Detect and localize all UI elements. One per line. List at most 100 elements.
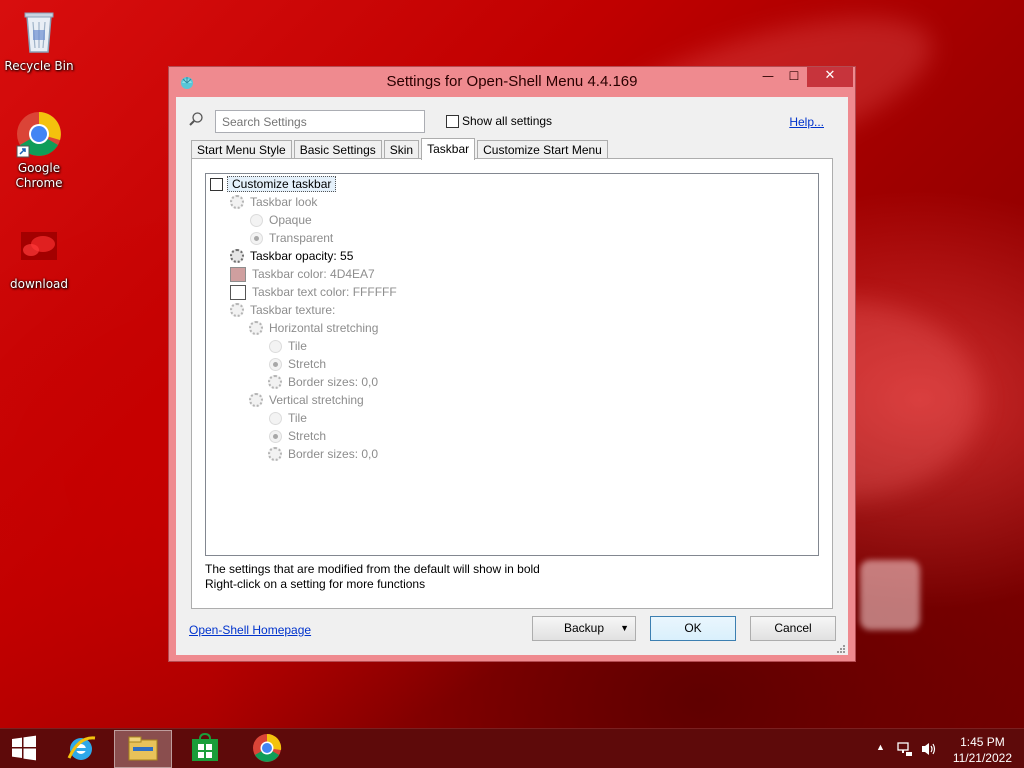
recycle-bin-icon [15,8,63,56]
desktop-icon-recycle-bin[interactable]: Recycle Bin [1,8,77,74]
setting-gear-icon [249,393,263,407]
show-all-checkbox-box[interactable] [446,114,459,128]
background-streak [860,560,920,630]
windows-logo-icon [11,735,37,764]
tab-start-menu-style[interactable]: Start Menu Style [191,140,292,159]
open-shell-homepage-link[interactable]: Open-Shell Homepage [189,623,311,637]
tab-taskbar[interactable]: Taskbar [421,138,476,160]
tree-item-label: Taskbar texture: [250,303,336,317]
minimize-button[interactable]: — [755,67,781,87]
tab-basic-settings[interactable]: Basic Settings [293,140,382,159]
folder-icon [127,734,159,765]
tree-item-h-tile[interactable]: Tile [269,337,307,355]
clock-time: 1:45 PM [960,735,1005,749]
title-bar[interactable]: Settings for Open-Shell Menu 4.4.169 — ☐… [169,67,855,97]
setting-gear-icon [268,375,282,389]
customize-taskbar-checkbox[interactable] [210,177,223,191]
settings-window: Settings for Open-Shell Menu 4.4.169 — ☐… [168,66,856,662]
taskbar: ▲ 1:45 PM 11/21/2022 [0,728,1024,768]
tree-item-customize-taskbar[interactable]: Customize taskbar [210,175,337,193]
show-hidden-icons-arrow[interactable]: ▲ [876,742,885,752]
tree-item-v-tile[interactable]: Tile [269,409,307,427]
tree-item-label: Taskbar text color: FFFFFF [252,285,397,299]
desktop-icon-google-chrome[interactable]: Google Chrome [1,110,77,191]
maximize-button[interactable]: ☐ [781,67,807,87]
store-icon [190,732,220,766]
tree-item-taskbar-opacity[interactable]: Taskbar opacity: 55 [230,247,353,265]
tree-item-label: Opaque [269,213,312,227]
taskbar-tab-panel: Customize taskbar Taskbar look Opaque Tr… [191,158,833,609]
tree-item-taskbar-color[interactable]: Taskbar color: 4D4EA7 [230,265,375,283]
taskbar-store[interactable] [176,730,234,768]
h-tile-radio[interactable] [269,339,282,353]
cancel-button[interactable]: Cancel [750,616,836,641]
tab-customize-start-menu[interactable]: Customize Start Menu [477,140,608,159]
tree-item-label: Taskbar color: 4D4EA7 [252,267,375,281]
tree-item-vertical-stretching[interactable]: Vertical stretching [249,391,364,409]
internet-explorer-icon [65,732,97,767]
setting-gear-icon [230,303,244,317]
tree-item-taskbar-texture[interactable]: Taskbar texture: [230,301,335,319]
window-title: Settings for Open-Shell Menu 4.4.169 [386,73,638,90]
tree-item-label: Tile [288,411,307,425]
desktop-icon-download[interactable]: download [1,226,77,292]
setting-gear-icon [230,195,244,209]
chrome-icon [15,110,63,158]
image-file-icon [15,226,63,274]
tree-item-label: Taskbar look [250,195,318,209]
transparent-radio[interactable] [250,231,263,245]
tree-item-taskbar-text-color[interactable]: Taskbar text color: FFFFFF [230,283,397,301]
tree-item-v-stretch[interactable]: Stretch [269,427,326,445]
taskbar-internet-explorer[interactable] [52,730,110,768]
desktop-icon-label: Google Chrome [15,161,63,190]
v-stretch-radio[interactable] [269,429,282,443]
clock-date: 11/21/2022 [952,751,1012,765]
customize-taskbar-label: Customize taskbar [227,176,337,192]
backup-button-label: Backup [563,621,605,635]
right-click-note: Right-click on a setting for more functi… [205,577,426,591]
close-button[interactable]: ✕ [807,67,853,87]
show-all-settings-checkbox[interactable]: Show all settings [446,114,552,128]
desktop-icon-label: Recycle Bin [4,59,74,73]
taskbar-file-explorer[interactable] [114,730,172,768]
setting-gear-icon [249,321,263,335]
tree-item-label: Border sizes: 0,0 [288,447,379,461]
ok-button[interactable]: OK [650,616,736,641]
tab-skin[interactable]: Skin [383,140,420,159]
tree-item-v-border-sizes[interactable]: Border sizes: 0,0 [268,445,378,463]
start-button[interactable] [0,730,48,768]
v-tile-radio[interactable] [269,411,282,425]
tree-item-transparent[interactable]: Transparent [250,229,333,247]
search-icon [188,111,204,127]
search-input[interactable] [215,110,425,133]
tree-item-label: Tile [288,339,307,353]
taskbar-clock[interactable]: 1:45 PM 11/21/2022 [953,734,1012,766]
tree-item-label: Stretch [288,429,327,443]
network-icon[interactable] [897,741,913,760]
resize-grip-icon[interactable] [836,643,846,653]
h-stretch-radio[interactable] [269,357,282,371]
tree-item-label: Transparent [269,231,334,245]
help-link[interactable]: Help... [789,115,824,129]
tree-item-h-stretch[interactable]: Stretch [269,355,326,373]
opaque-radio[interactable] [250,213,263,227]
dropdown-arrow-icon: ▼ [620,623,629,633]
color-swatch [230,284,246,300]
desktop-icon-label: download [9,277,69,291]
tree-item-horizontal-stretching[interactable]: Horizontal stretching [249,319,378,337]
chrome-icon [251,732,283,767]
taskbar-chrome[interactable] [238,730,296,768]
show-all-label: Show all settings [462,114,553,128]
backup-button[interactable]: Backup ▼ [532,616,636,641]
tree-item-opaque[interactable]: Opaque [250,211,312,229]
tree-item-taskbar-look[interactable]: Taskbar look [230,193,317,211]
window-client-area: Show all settings Help... Start Menu Sty… [176,97,848,655]
tree-item-label: Stretch [288,357,327,371]
tree-item-h-border-sizes[interactable]: Border sizes: 0,0 [268,373,378,391]
color-swatch [230,266,246,282]
settings-tree[interactable]: Customize taskbar Taskbar look Opaque Tr… [205,173,819,556]
volume-icon[interactable] [920,741,938,760]
setting-gear-icon [230,249,244,263]
tree-item-label: Border sizes: 0,0 [288,375,379,389]
tree-item-label: Horizontal stretching [269,321,379,335]
